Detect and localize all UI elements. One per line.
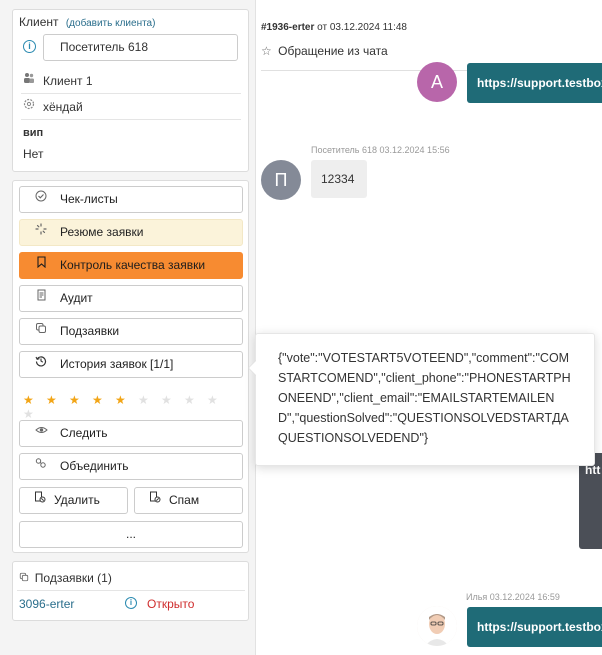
copy-icon: [19, 572, 32, 585]
message-bubble: 12334: [311, 160, 367, 198]
rating-stars[interactable]: ★ ★ ★ ★ ★ ★ ★ ★ ★★: [23, 393, 247, 421]
spam-document-icon: [149, 488, 161, 513]
quality-control-button[interactable]: Контроль качества заявки: [19, 252, 243, 279]
message-dark-block: htt: [579, 453, 602, 549]
delete-label: Удалить: [54, 493, 100, 507]
users-icon: [23, 68, 37, 94]
rating-star-icon[interactable]: ★: [23, 393, 41, 407]
checklists-label: Чек-листы: [60, 192, 118, 206]
quality-control-label: Контроль качества заявки: [60, 258, 206, 272]
ticket-id: #1936-erter: [261, 22, 315, 33]
ticket-date: от 03.12.2024 11:48: [317, 22, 407, 33]
message-meta: Илья 03.12.2024 16:59: [466, 592, 560, 602]
info-icon: i: [125, 597, 137, 609]
message-meta: Посетитель 618 03.12.2024 15:56: [311, 145, 450, 155]
rating-star-icon[interactable]: ★: [138, 393, 156, 407]
merge-button[interactable]: Объединить: [19, 453, 243, 480]
history-label: История заявок [1/1]: [60, 357, 174, 371]
add-client-link[interactable]: (добавить клиента): [66, 18, 156, 29]
spam-button[interactable]: Спам: [134, 487, 243, 514]
subrequest-link[interactable]: 3096-erter: [19, 597, 74, 611]
check-circle-icon: [34, 187, 48, 212]
audit-label: Аудит: [60, 291, 93, 305]
client-name-row[interactable]: Клиент 1: [21, 68, 241, 94]
star-outline-icon[interactable]: ☆: [261, 44, 272, 58]
subrequests-heading-label: Подзаявки (1): [34, 571, 112, 585]
actions-card: Чек-листы Резюме заявки Контроль качеств…: [12, 180, 249, 553]
rating-star-icon[interactable]: ★: [161, 393, 179, 407]
ticket-title: ☆ Обращение из чата: [261, 44, 388, 58]
document-icon: [34, 286, 48, 311]
visitor-field[interactable]: Посетитель 618: [43, 34, 238, 61]
avatar-photo: [417, 606, 457, 646]
rating-star-icon[interactable]: ★: [69, 393, 87, 407]
info-icon: i: [23, 40, 36, 53]
history-button[interactable]: История заявок [1/1]: [19, 351, 243, 378]
ticket-header: #1936-erter от 03.12.2024 11:48: [261, 22, 407, 33]
subrequests-heading: Подзаявки (1): [19, 571, 112, 585]
subrequests-label: Подзаявки: [60, 324, 120, 338]
rating-star-icon[interactable]: ★: [92, 393, 110, 407]
spam-label: Спам: [169, 493, 200, 507]
chat-panel: #1936-erter от 03.12.2024 11:48 ☆ Обраще…: [257, 0, 602, 655]
ticket-title-text: Обращение из чата: [278, 44, 388, 58]
history-icon: [34, 352, 48, 377]
rating-star-icon[interactable]: ★: [184, 393, 202, 407]
client-heading: Клиент (добавить клиента): [19, 15, 155, 29]
copy-icon: [34, 319, 48, 344]
audit-button[interactable]: Аудит: [19, 285, 243, 312]
follow-label: Следить: [60, 426, 108, 440]
delete-document-icon: [34, 488, 46, 513]
rating-star-icon[interactable]: ★: [115, 393, 133, 407]
eye-icon: [34, 421, 48, 446]
avatar: А: [417, 62, 457, 102]
divider: [17, 590, 245, 591]
rating-star-icon[interactable]: ★: [207, 393, 225, 407]
vip-value: Нет: [23, 147, 44, 161]
subrequest-status: Открыто: [147, 597, 195, 611]
more-actions-button[interactable]: ...: [19, 521, 243, 548]
message-link[interactable]: https://support.testbox: [467, 63, 602, 103]
merge-icon: [34, 454, 48, 479]
follow-button[interactable]: Следить: [19, 420, 243, 447]
resume-label: Резюме заявки: [60, 225, 144, 239]
rating-star-icon[interactable]: ★: [23, 407, 41, 421]
merge-label: Объединить: [60, 459, 129, 473]
client-name: Клиент 1: [43, 74, 93, 88]
bookmark-icon: [34, 253, 48, 278]
visitor-row: i Посетитель 618: [21, 34, 241, 62]
ticket-sidebar: Клиент (добавить клиента) i Посетитель 6…: [0, 0, 256, 655]
rating-star-icon[interactable]: ★: [46, 393, 64, 407]
subrequests-card: Подзаявки (1) 3096-erter i Открыто: [12, 561, 249, 621]
resume-button[interactable]: Резюме заявки: [19, 219, 243, 246]
car-row[interactable]: хёндай: [21, 94, 241, 120]
spinner-icon: [34, 220, 48, 245]
subrequests-button[interactable]: Подзаявки: [19, 318, 243, 345]
checklists-button[interactable]: Чек-листы: [19, 186, 243, 213]
client-card: Клиент (добавить клиента) i Посетитель 6…: [12, 9, 249, 172]
car-value: хёндай: [43, 100, 83, 114]
vote-tooltip: {"vote":"VOTESTART5VOTEEND","comment":"C…: [248, 333, 595, 466]
vip-label: вип: [23, 127, 44, 139]
settings-icon: [23, 94, 37, 120]
message-link[interactable]: https://support.testbox: [467, 607, 602, 647]
client-heading-label: Клиент: [19, 15, 59, 29]
avatar: П: [261, 160, 301, 200]
delete-button[interactable]: Удалить: [19, 487, 128, 514]
